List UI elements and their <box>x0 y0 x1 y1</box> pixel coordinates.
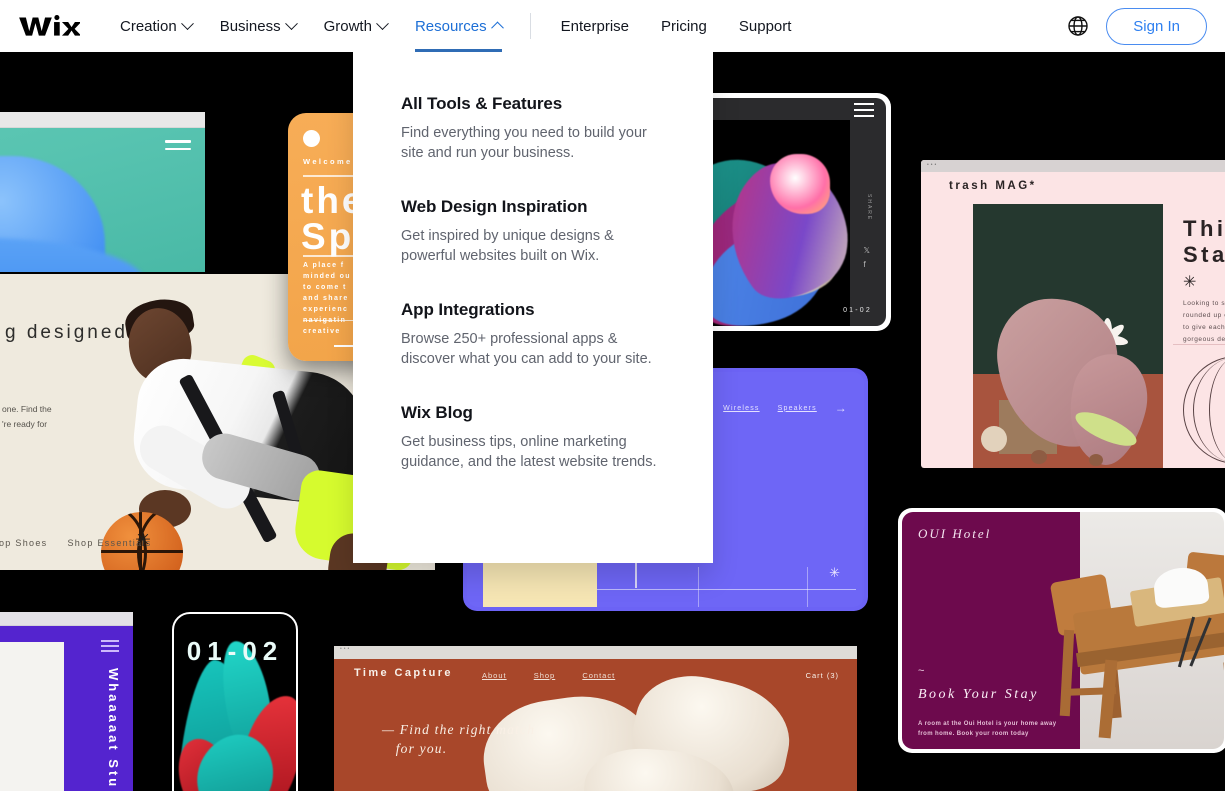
dropdown-item-title: Web Design Inspiration <box>401 197 588 216</box>
dropdown-item-app-integrations[interactable]: App Integrations Browse 250+ professiona… <box>401 300 665 369</box>
time-capture-headline: — Find the right match for you. <box>382 722 536 756</box>
chevron-down-icon <box>180 16 194 30</box>
dropdown-item-wix-blog[interactable]: Wix Blog Get business tips, online marke… <box>401 403 665 472</box>
sign-in-button[interactable]: Sign In <box>1106 7 1207 45</box>
hamburger-menu-icon <box>101 640 119 655</box>
chevron-down-icon <box>376 16 389 30</box>
nav-item-label: Resources <box>414 17 487 35</box>
tilde-mark: ~ <box>918 665 925 677</box>
nav-item-business[interactable]: Business <box>206 0 310 52</box>
orange-eyebrow: Welcome <box>303 157 353 166</box>
hamburger-menu-icon <box>165 140 191 155</box>
site-mockup-teal-browser <box>0 112 205 272</box>
oui-hotel-body: A room at the Oui Hotel is your home awa… <box>918 721 1057 737</box>
dining-photo <box>1049 512 1224 749</box>
trash-mag-body: Looking to sprucrounded up our tto give … <box>1183 300 1225 343</box>
dropdown-item-title: All Tools & Features <box>401 94 563 113</box>
dropdown-item-all-tools[interactable]: All Tools & Features Find everything you… <box>401 94 665 163</box>
dropdown-item-description: Browse 250+ professional apps & discover… <box>401 331 652 367</box>
time-capture-nav: About Shop Contact <box>482 671 616 680</box>
resources-dropdown-panel: All Tools & Features Find everything you… <box>353 52 713 563</box>
nav-item-enterprise[interactable]: Enterprise <box>545 0 645 52</box>
nav-divider <box>529 13 531 39</box>
page-root: g designed one. Find the're ready for op… <box>0 0 1225 791</box>
dropdown-item-title: Wix Blog <box>401 403 473 422</box>
browser-chrome-bar: ••• <box>334 646 857 659</box>
nav-item-label: Growth <box>323 17 372 35</box>
nav-item-label: Enterprise <box>560 17 630 35</box>
nav-item-label: Business <box>219 17 281 35</box>
nav-item-resources[interactable]: Resources <box>401 0 516 52</box>
chevron-up-icon <box>490 21 504 34</box>
orange-headline-2: Sp <box>301 216 355 257</box>
asterisk-icon: ✳ <box>135 530 151 551</box>
page-indicator: 01-02 <box>843 307 872 314</box>
chevron-down-icon <box>284 16 298 30</box>
wix-logo[interactable] <box>18 13 80 39</box>
oui-hotel-brand: OUI Hotel <box>918 526 992 541</box>
share-label: SHARE <box>866 194 872 222</box>
hamburger-menu-icon <box>854 103 874 121</box>
nav-item-label: Pricing <box>661 17 707 35</box>
globe-icon[interactable] <box>1066 14 1090 38</box>
portrait-photo <box>0 642 64 791</box>
time-capture-brand: Time Capture <box>354 667 453 679</box>
site-mockup-oui-hotel: OUI Hotel ~ Book Your Stay A room at the… <box>898 508 1225 753</box>
nav-item-label: Creation <box>120 17 177 35</box>
dropdown-item-description: Find everything you need to build your s… <box>401 125 647 161</box>
dropdown-item-description: Get inspired by unique designs & powerfu… <box>401 228 614 264</box>
nav-item-support[interactable]: Support <box>723 0 808 52</box>
page-indicator: 01-02 <box>186 636 284 666</box>
still-life-photo <box>973 204 1163 468</box>
site-mockup-time-capture: ••• Time Capture About Shop Contact Cart… <box>334 646 857 791</box>
asterisk-icon: ✳ <box>1183 274 1197 291</box>
nav-item-growth[interactable]: Growth <box>310 0 401 52</box>
dropdown-item-title: App Integrations <box>401 300 535 319</box>
asterisk-icon: ✳ <box>829 565 840 580</box>
social-icons: 𝕏f <box>863 246 870 269</box>
arrow-right-icon: → <box>834 401 848 415</box>
trash-mag-brand: trash MAG* <box>949 180 1037 192</box>
site-header: Creation Business Growth Resources Enter… <box>0 0 1225 52</box>
nav-item-creation[interactable]: Creation <box>106 0 206 52</box>
site-mockup-trash-mag: ••• trash MAG* ThisStap ✳ Looking to spr… <box>921 160 1225 468</box>
nav-item-pricing[interactable]: Pricing <box>645 0 723 52</box>
oui-hotel-cta: Book Your Stay <box>918 687 1039 702</box>
trash-mag-headline: ThisStap <box>1183 216 1225 267</box>
site-mockup-leaf-phone: 01-02 <box>172 612 298 791</box>
cart-label: Cart (3) <box>805 671 839 680</box>
teal-hero-canvas <box>0 128 205 272</box>
dropdown-item-web-design-inspiration[interactable]: Web Design Inspiration Get inspired by u… <box>401 197 665 266</box>
primary-nav: Creation Business Growth Resources Enter… <box>106 0 807 52</box>
logo-dot-icon <box>303 130 320 147</box>
site-mockup-whaaaaat-studio: Whaaaaat Stu <box>0 612 133 791</box>
studio-vertical-title: Whaaaaat Stu <box>106 668 121 790</box>
browser-chrome-bar <box>0 612 133 626</box>
dropdown-item-description: Get business tips, online marketing guid… <box>401 434 657 470</box>
nav-item-label: Support <box>738 17 792 35</box>
browser-chrome-bar <box>0 112 205 128</box>
wireframe-globe-icon <box>1183 356 1225 464</box>
browser-chrome-bar: ••• <box>921 160 1225 172</box>
